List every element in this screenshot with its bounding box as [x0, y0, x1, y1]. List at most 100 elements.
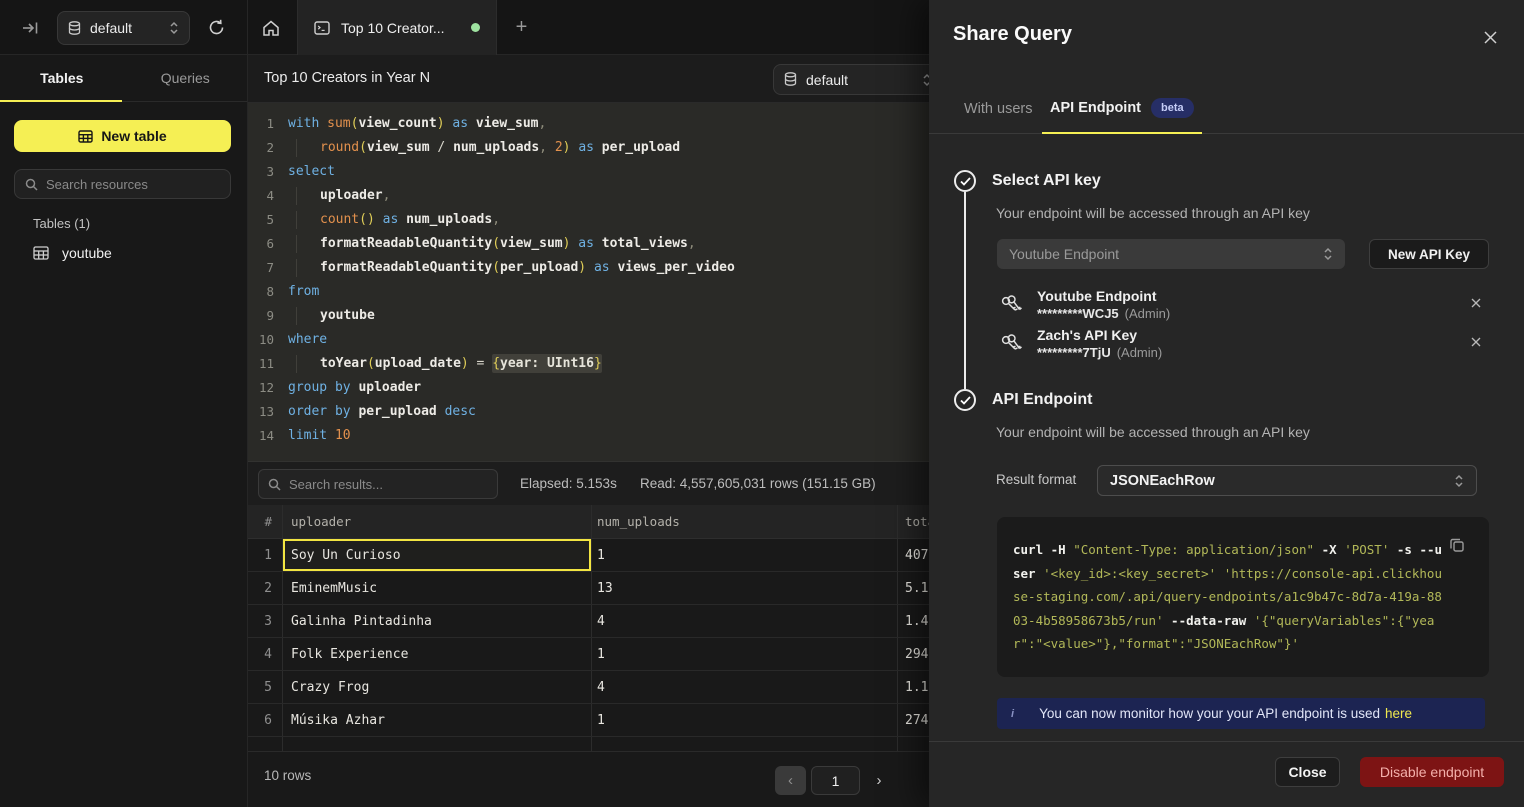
cell-total-views[interactable]: 1.1 — [898, 671, 929, 703]
tab-api-endpoint-label: API Endpoint — [1050, 100, 1141, 116]
indent-guide — [296, 355, 320, 373]
result-format-label: Result format — [996, 472, 1076, 487]
column-header-total-views[interactable]: total_views — [898, 505, 929, 538]
code-text: select — [288, 160, 335, 184]
cell-row-number[interactable]: 5 — [248, 671, 283, 703]
database-icon — [784, 72, 797, 87]
cell-uploader[interactable]: Galinha Pintadinha — [283, 605, 592, 637]
query-parameter: {year: UInt16} — [492, 354, 602, 373]
cell-num-uploads[interactable]: 13 — [592, 572, 898, 604]
search-resources-input[interactable] — [46, 177, 220, 192]
remove-key-icon[interactable] — [1468, 334, 1484, 350]
table-row: 5Crazy Frog41.1 — [248, 671, 929, 704]
cell-num-uploads[interactable]: 4 — [592, 671, 898, 703]
cell-row-number[interactable]: 6 — [248, 704, 283, 736]
sidebar-tabs: Tables Queries — [0, 55, 247, 102]
top-bar: default Top 10 Creator... — [0, 0, 929, 55]
cell-total-views[interactable]: 5.1 — [898, 572, 929, 604]
cell-num-uploads[interactable]: 1 — [592, 638, 898, 670]
cell-row-number[interactable]: 4 — [248, 638, 283, 670]
database-selector[interactable]: default — [57, 11, 190, 45]
tab-api-endpoint[interactable]: API Endpoint beta — [1042, 84, 1202, 134]
search-results-input[interactable] — [289, 477, 488, 492]
chevron-right-icon: › — [877, 772, 882, 789]
code-text: from — [288, 280, 319, 304]
cell-num-uploads[interactable]: 1 — [592, 539, 898, 571]
tab-queries[interactable]: Queries — [124, 55, 248, 101]
pagination-prev-button[interactable]: ‹ — [775, 766, 806, 795]
step1-title: Select API key — [992, 172, 1101, 190]
cell-uploader[interactable]: Músika Azhar — [283, 704, 592, 736]
cell-uploader[interactable]: Soy Un Curioso — [283, 539, 592, 571]
cell-num-uploads[interactable]: 4 — [592, 605, 898, 637]
collapse-sidebar-icon[interactable] — [18, 17, 42, 39]
result-format-value: JSONEachRow — [1110, 473, 1454, 489]
table-row-partial — [248, 737, 929, 751]
cell-row-number[interactable]: 2 — [248, 572, 283, 604]
column-header-index[interactable]: # — [248, 505, 283, 538]
chevron-updown-icon — [1454, 474, 1464, 488]
search-icon — [268, 478, 281, 491]
line-number: 3 — [248, 160, 274, 184]
cell-uploader[interactable]: Crazy Frog — [283, 671, 592, 703]
column-header-num-uploads[interactable]: num_uploads — [592, 505, 898, 538]
new-table-label: New table — [101, 128, 166, 144]
cell-num-uploads[interactable]: 1 — [592, 704, 898, 736]
cell-uploader[interactable]: Folk Experience — [283, 638, 592, 670]
curl-command-block: curl -H "Content-Type: application/json"… — [997, 517, 1489, 677]
cell-row-number[interactable]: 1 — [248, 539, 283, 571]
copy-icon[interactable] — [1449, 537, 1467, 555]
query-tab-title: Top 10 Creator... — [341, 20, 460, 36]
code-text: youtube — [288, 304, 375, 328]
editor-pane: Top 10 Creators in Year N default 1with … — [248, 55, 929, 807]
search-resources-field[interactable] — [14, 169, 231, 199]
home-icon[interactable] — [258, 16, 284, 40]
query-tab[interactable]: Top 10 Creator... — [297, 0, 497, 55]
cell-total-views[interactable]: 294 — [898, 638, 929, 670]
api-key-name: Zach's API Key — [1037, 327, 1137, 343]
new-table-button[interactable]: New table — [14, 120, 231, 152]
curl-command: curl -H "Content-Type: application/json"… — [1013, 538, 1449, 656]
code-text: count() as num_uploads, — [288, 208, 500, 232]
line-number: 14 — [248, 424, 274, 448]
sidebar-item-youtube-table[interactable]: youtube — [20, 239, 232, 267]
editor-header: Top 10 Creators in Year N default — [248, 55, 929, 103]
code-line: 13order by per_upload desc — [248, 400, 929, 424]
remove-key-icon[interactable] — [1468, 295, 1484, 311]
new-tab-button[interactable]: + — [509, 15, 534, 40]
chevron-updown-icon — [922, 73, 929, 87]
column-header-uploader[interactable]: uploader — [283, 505, 592, 538]
editor-database-selector[interactable]: default — [773, 64, 929, 95]
tab-with-users[interactable]: With users — [964, 84, 1033, 134]
close-icon[interactable] — [1480, 27, 1500, 47]
result-format-select[interactable]: JSONEachRow — [1097, 465, 1477, 496]
pagination-current-page[interactable]: 1 — [811, 766, 860, 795]
new-api-key-button[interactable]: New API Key — [1369, 239, 1489, 269]
tab-tables[interactable]: Tables — [0, 55, 124, 101]
pagination-next-button[interactable]: › — [865, 766, 893, 795]
cell-total-views[interactable]: 1.4 — [898, 605, 929, 637]
notice-here-link[interactable]: here — [1385, 706, 1412, 721]
disable-endpoint-button[interactable]: Disable endpoint — [1360, 757, 1504, 787]
cell-total-views[interactable]: 274 — [898, 704, 929, 736]
cell-total-views[interactable]: 407 — [898, 539, 929, 571]
indent-guide — [296, 187, 320, 205]
table-icon — [78, 130, 93, 143]
api-key-name: Youtube Endpoint — [1037, 288, 1157, 304]
code-line: 7formatReadableQuantity(per_upload) as v… — [248, 256, 929, 280]
search-results-field[interactable] — [258, 469, 498, 499]
line-number: 8 — [248, 280, 274, 304]
cell-row-number[interactable]: 3 — [248, 605, 283, 637]
table-row: 3Galinha Pintadinha41.4 — [248, 605, 929, 638]
refresh-icon[interactable] — [204, 15, 228, 39]
step1-check-icon — [954, 170, 976, 192]
step2-title: API Endpoint — [992, 391, 1092, 409]
cell-uploader[interactable]: EminemMusic — [283, 572, 592, 604]
table-row: 1Soy Un Curioso1407 — [248, 539, 929, 572]
stepper-line — [964, 192, 966, 389]
api-key-select[interactable]: Youtube Endpoint — [997, 239, 1345, 269]
close-button[interactable]: Close — [1275, 757, 1340, 787]
sql-editor[interactable]: 1with sum(view_count) as view_sum,2round… — [248, 103, 929, 461]
code-text: round(view_sum / num_uploads, 2) as per_… — [288, 136, 680, 160]
panel-title: Share Query — [953, 23, 1072, 46]
